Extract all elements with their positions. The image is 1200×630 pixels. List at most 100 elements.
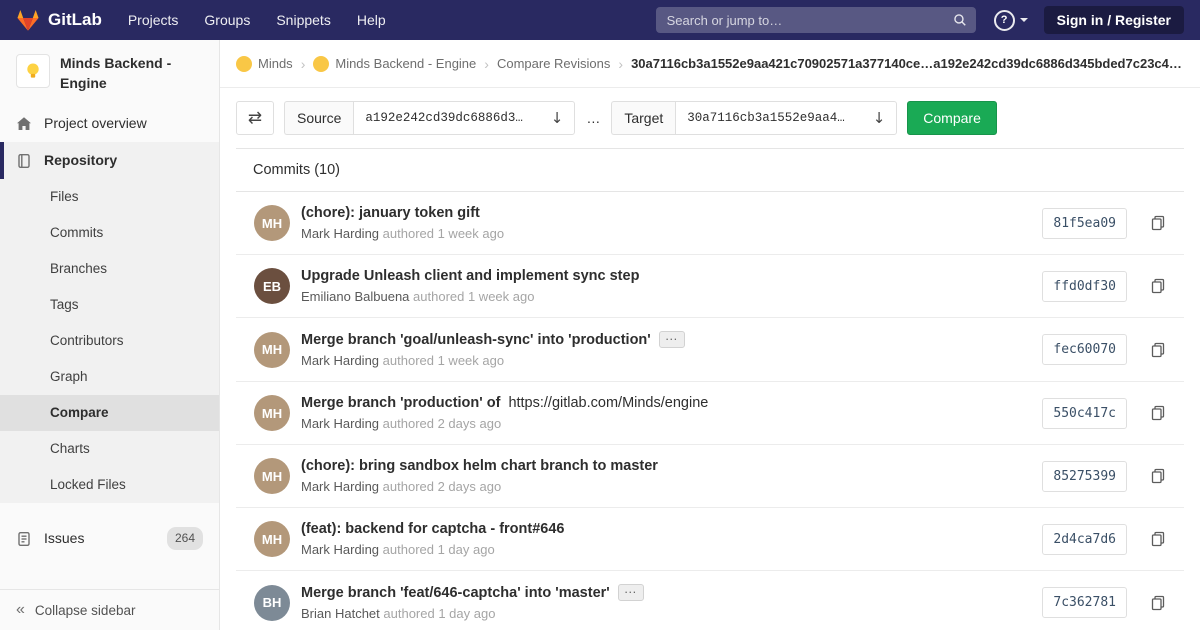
sidebar-item-repository[interactable]: Repository xyxy=(0,142,219,179)
chevron-right-icon: › xyxy=(301,56,306,72)
clipboard-icon xyxy=(1150,278,1166,294)
ellipsis-icon: … xyxy=(665,331,679,343)
commit-title-link[interactable]: Upgrade Unleash client and implement syn… xyxy=(301,268,639,284)
breadcrumb: Minds › Minds Backend - Engine › Compare… xyxy=(220,40,1200,88)
commit-authored-time: authored 1 day ago xyxy=(383,606,495,621)
copy-sha-button[interactable] xyxy=(1142,523,1174,555)
source-ref-dropdown[interactable]: a192e242cd39dc6886d3… ↓ xyxy=(353,101,575,135)
avatar[interactable]: EB xyxy=(254,268,290,304)
nav-help[interactable]: Help xyxy=(357,12,386,28)
avatar-initials: MH xyxy=(262,216,282,231)
commit-authored-time: authored 2 days ago xyxy=(383,416,502,431)
chevron-down-icon xyxy=(1020,18,1028,22)
avatar-initials: MH xyxy=(262,406,282,421)
sidebar-item-locked-files[interactable]: Locked Files xyxy=(0,467,219,503)
avatar[interactable]: MH xyxy=(254,205,290,241)
search-box xyxy=(656,7,976,33)
commit-description-expander[interactable]: … xyxy=(618,584,644,601)
clipboard-icon xyxy=(1150,531,1166,547)
commit-author-link[interactable]: Mark Harding xyxy=(301,542,379,557)
double-chevron-left-icon: « xyxy=(16,602,25,618)
commit-author-link[interactable]: Mark Harding xyxy=(301,416,379,431)
commit-sha-link[interactable]: 550c417c xyxy=(1042,398,1127,429)
sidebar-item-files[interactable]: Files xyxy=(0,179,219,215)
commit-sha-link[interactable]: ffd0df30 xyxy=(1042,271,1127,302)
nav-snippets[interactable]: Snippets xyxy=(276,12,330,28)
avatar-initials: EB xyxy=(263,279,281,294)
breadcrumb-project-link[interactable]: Minds Backend - Engine xyxy=(313,56,476,72)
group-avatar xyxy=(236,56,252,72)
nav-projects[interactable]: Projects xyxy=(128,12,179,28)
collapse-label: Collapse sidebar xyxy=(35,603,136,618)
sidebar-item-branches[interactable]: Branches xyxy=(0,251,219,287)
sidebar-item-issues[interactable]: Issues 264 xyxy=(0,519,219,558)
commit-title-suffix: https://gitlab.com/Minds/engine xyxy=(508,395,708,411)
swap-revisions-button[interactable]: ⇄ xyxy=(236,101,274,135)
commit-title-link[interactable]: Merge branch 'production' of xyxy=(301,395,500,411)
target-ref-dropdown[interactable]: 30a7116cb3a1552e9aa4… ↓ xyxy=(675,101,897,135)
commit-author-link[interactable]: Mark Harding xyxy=(301,226,379,241)
copy-sha-button[interactable] xyxy=(1142,397,1174,429)
sidebar-item-project-overview[interactable]: Project overview xyxy=(0,105,219,142)
copy-sha-button[interactable] xyxy=(1142,270,1174,302)
breadcrumb-revision-range: 30a7116cb3a1552e9aa421c70902571a377140ce… xyxy=(631,56,1184,71)
collapse-sidebar-button[interactable]: « Collapse sidebar xyxy=(0,589,219,630)
copy-sha-button[interactable] xyxy=(1142,207,1174,239)
commit-title-link[interactable]: Merge branch 'goal/unleash-sync' into 'p… xyxy=(301,332,651,348)
commit-title-link[interactable]: (feat): backend for captcha - front#646 xyxy=(301,521,564,537)
commit-title-link[interactable]: (chore): bring sandbox helm chart branch… xyxy=(301,458,658,474)
sidebar-item-commits[interactable]: Commits xyxy=(0,215,219,251)
help-dropdown[interactable]: ? xyxy=(994,10,1028,31)
range-dots: … xyxy=(586,110,600,126)
gitlab-home-link[interactable]: GitLab xyxy=(16,9,102,32)
commit-authored-time: authored 2 days ago xyxy=(383,479,502,494)
search-input[interactable] xyxy=(665,12,953,29)
sidebar-item-contributors[interactable]: Contributors xyxy=(0,323,219,359)
nav-groups[interactable]: Groups xyxy=(204,12,250,28)
source-ref-value: a192e242cd39dc6886d3… xyxy=(365,111,523,125)
project-context[interactable]: Minds Backend - Engine xyxy=(0,40,219,105)
avatar[interactable]: BH xyxy=(254,585,290,621)
target-ref-group: Target 30a7116cb3a1552e9aa4… ↓ xyxy=(611,101,897,135)
commit-author-link[interactable]: Mark Harding xyxy=(301,479,379,494)
breadcrumb-compare-revisions-link[interactable]: Compare Revisions xyxy=(497,56,610,71)
avatar[interactable]: MH xyxy=(254,395,290,431)
chevron-right-icon: › xyxy=(484,56,489,72)
commit-row: EB Upgrade Unleash client and implement … xyxy=(236,255,1184,318)
commit-sha-link[interactable]: 85275399 xyxy=(1042,461,1127,492)
commit-authored-time: authored 1 week ago xyxy=(413,289,534,304)
commit-row: MH (feat): backend for captcha - front#6… xyxy=(236,508,1184,571)
chevron-right-icon: › xyxy=(618,56,623,72)
copy-sha-button[interactable] xyxy=(1142,460,1174,492)
commit-author-link[interactable]: Mark Harding xyxy=(301,353,379,368)
sidebar-item-graph[interactable]: Graph xyxy=(0,359,219,395)
brand-wordmark: GitLab xyxy=(48,10,102,30)
sign-in-button[interactable]: Sign in / Register xyxy=(1044,6,1184,34)
avatar-initials: BH xyxy=(263,595,282,610)
sidebar-item-tags[interactable]: Tags xyxy=(0,287,219,323)
commit-title-link[interactable]: Merge branch 'feat/646-captcha' into 'ma… xyxy=(301,585,610,601)
commit-authored-time: authored 1 week ago xyxy=(383,226,504,241)
home-icon xyxy=(16,116,32,132)
commit-sha-link[interactable]: fec60070 xyxy=(1042,334,1127,365)
commit-sha-link[interactable]: 81f5ea09 xyxy=(1042,208,1127,239)
target-label: Target xyxy=(611,101,675,135)
commits-header: Commits (10) xyxy=(236,148,1184,192)
avatar[interactable]: MH xyxy=(254,332,290,368)
commit-description-expander[interactable]: … xyxy=(659,331,685,348)
commit-author-link[interactable]: Brian Hatchet xyxy=(301,606,380,621)
commit-sha-link[interactable]: 2d4ca7d6 xyxy=(1042,524,1127,555)
swap-icon: ⇄ xyxy=(248,108,262,128)
commit-title-link[interactable]: (chore): january token gift xyxy=(301,205,480,221)
sidebar-item-charts[interactable]: Charts xyxy=(0,431,219,467)
copy-sha-button[interactable] xyxy=(1142,334,1174,366)
breadcrumb-group-link[interactable]: Minds xyxy=(236,56,293,72)
avatar[interactable]: MH xyxy=(254,521,290,557)
sidebar-item-compare[interactable]: Compare xyxy=(0,395,219,431)
compare-button[interactable]: Compare xyxy=(907,101,997,135)
avatar[interactable]: MH xyxy=(254,458,290,494)
commits-panel: Commits (10) MH (chore): january token g… xyxy=(236,148,1184,630)
commit-author-link[interactable]: Emiliano Balbuena xyxy=(301,289,409,304)
commit-sha-link[interactable]: 7c362781 xyxy=(1042,587,1127,618)
copy-sha-button[interactable] xyxy=(1142,587,1174,619)
